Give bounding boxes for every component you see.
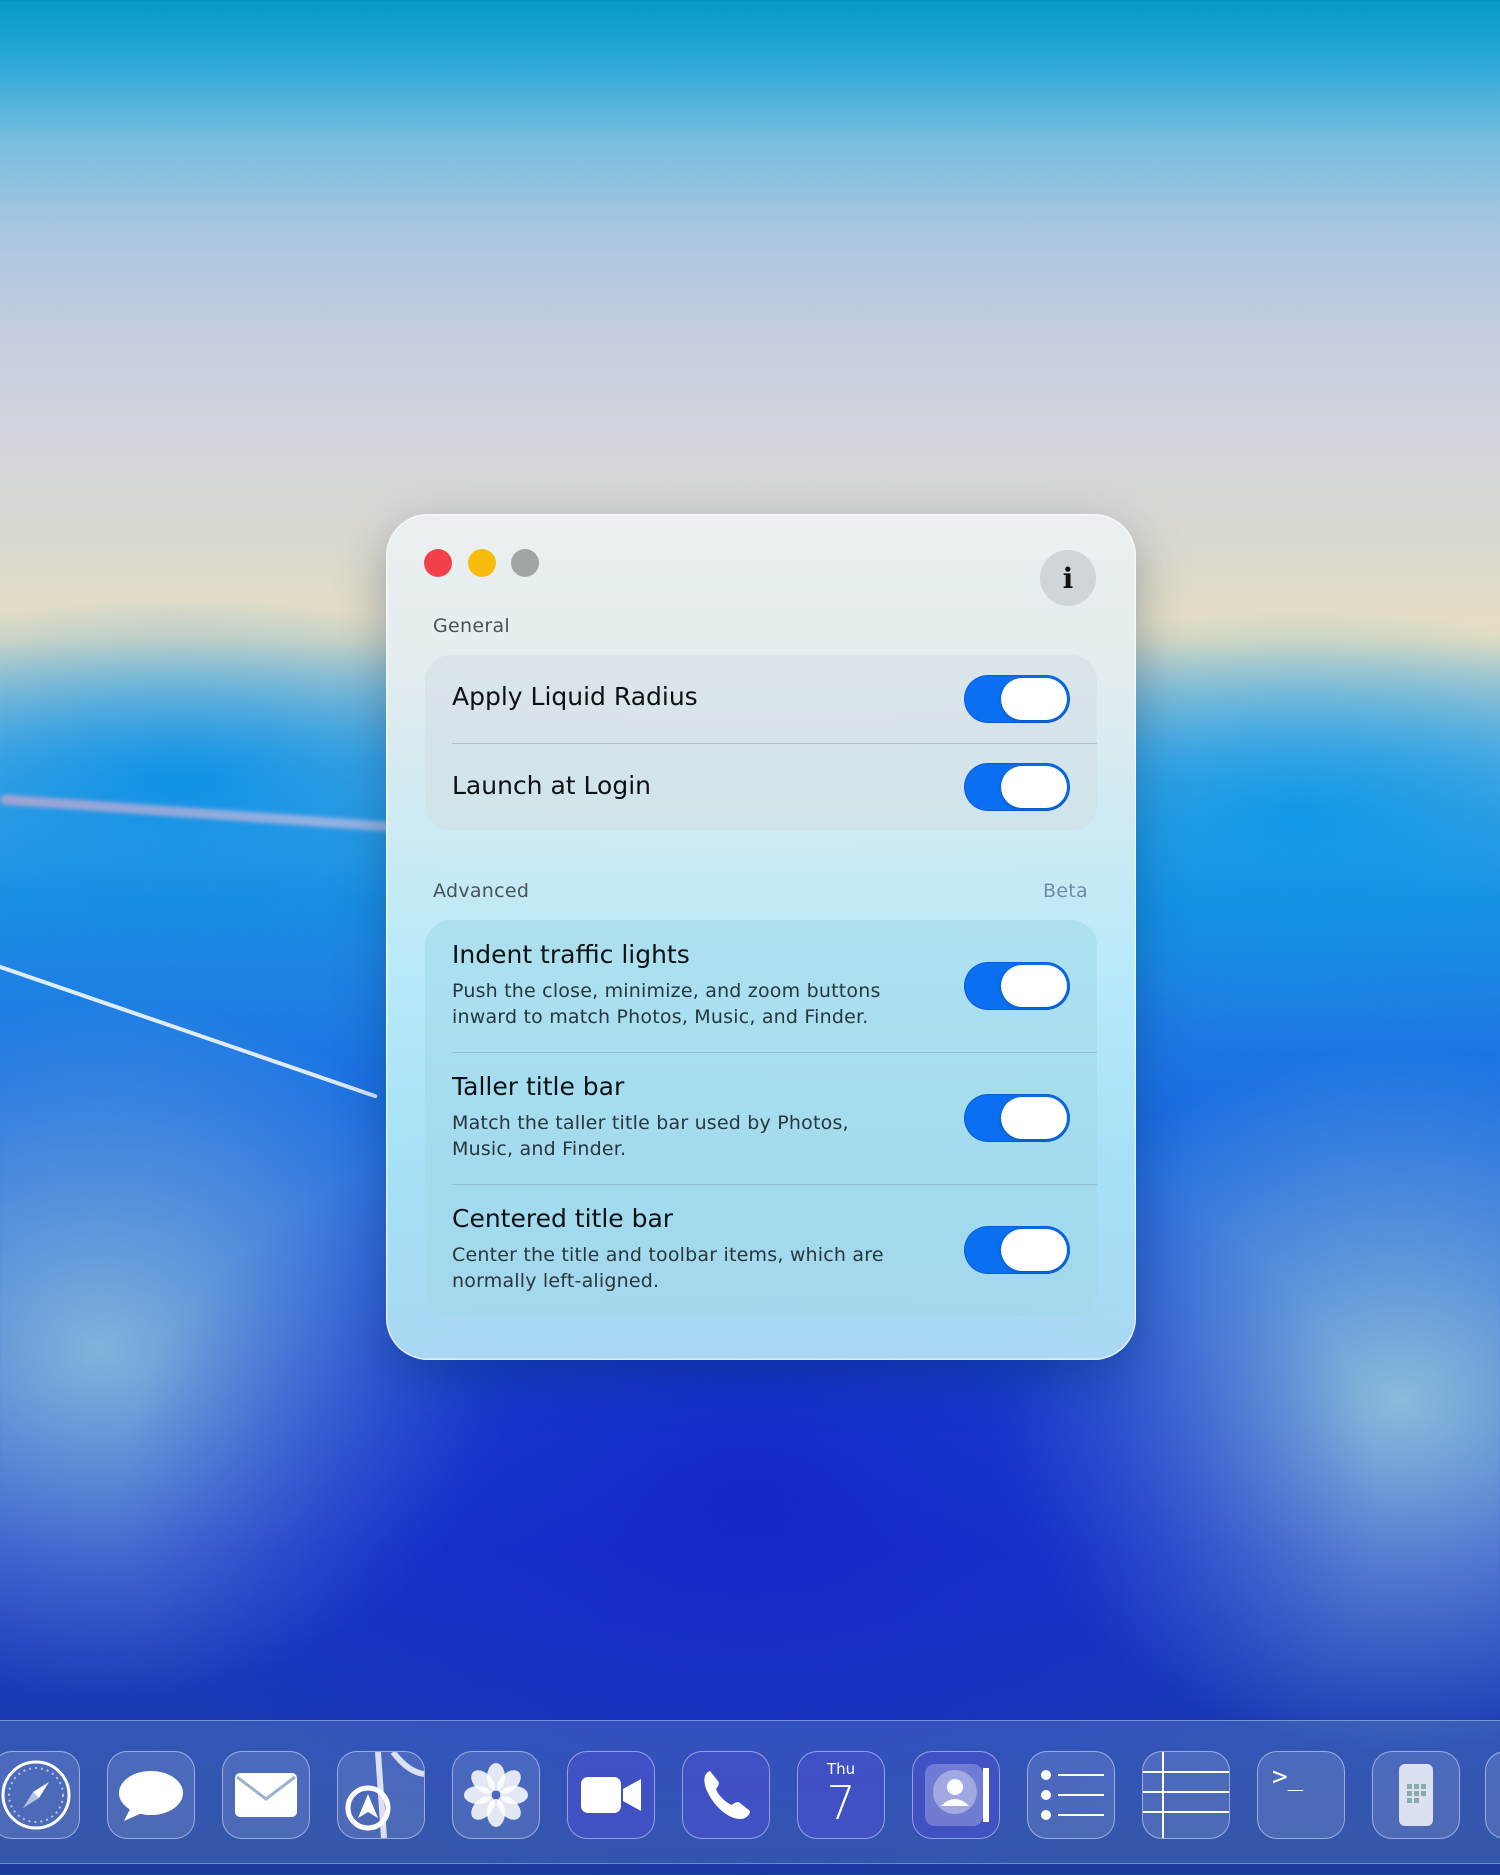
messages-icon[interactable]: [107, 1751, 195, 1839]
dock-app-partial-icon[interactable]: [1485, 1751, 1500, 1839]
numbers-icon[interactable]: [1142, 1751, 1230, 1839]
setting-title: Launch at Login: [452, 771, 651, 800]
maps-icon[interactable]: [337, 1751, 425, 1839]
mail-icon[interactable]: [222, 1751, 310, 1839]
photos-icon[interactable]: [452, 1751, 540, 1839]
setting-description: Match the taller title bar used by Photo…: [452, 1112, 849, 1160]
simulator-icon[interactable]: [1372, 1751, 1460, 1839]
contacts-icon[interactable]: [912, 1751, 1000, 1839]
settings-window: i General Apply Liquid Radius Launch at …: [386, 514, 1136, 1360]
apply-liquid-radius-toggle[interactable]: [964, 675, 1070, 723]
setting-title: Indent traffic lights: [452, 940, 690, 969]
setting-row-indent-traffic-lights: Indent traffic lights Push the close, mi…: [425, 920, 1097, 1052]
setting-description: Center the title and toolbar items, whic…: [452, 1244, 884, 1292]
setting-title: Centered title bar: [452, 1204, 674, 1233]
setting-row-launch-at-login: Launch at Login: [425, 743, 1097, 831]
advanced-section-header: Advanced: [433, 880, 530, 902]
wallpaper-streak-pink: [0, 794, 390, 832]
info-icon: i: [1062, 561, 1074, 595]
indent-traffic-lights-toggle[interactable]: [964, 962, 1070, 1010]
general-group: Apply Liquid Radius Launch at Login: [425, 655, 1097, 831]
calendar-icon[interactable]: Thu 7: [797, 1751, 885, 1839]
advanced-group: Indent traffic lights Push the close, mi…: [425, 920, 1097, 1316]
setting-row-apply-liquid-radius: Apply Liquid Radius: [425, 655, 1097, 743]
setting-row-taller-title-bar: Taller title bar Match the taller title …: [425, 1052, 1097, 1184]
taller-title-bar-toggle[interactable]: [964, 1094, 1070, 1142]
minimize-button[interactable]: [468, 549, 496, 577]
terminal-prompt: >_: [1272, 1762, 1304, 1792]
launch-at-login-toggle[interactable]: [964, 763, 1070, 811]
info-button[interactable]: i: [1040, 550, 1096, 606]
phone-icon[interactable]: [682, 1751, 770, 1839]
setting-title: Taller title bar: [452, 1072, 625, 1101]
setting-row-centered-title-bar: Centered title bar Center the title and …: [425, 1184, 1097, 1316]
toggle-knob: [1001, 1229, 1067, 1271]
toggle-knob: [1001, 678, 1067, 720]
dock: Thu 7 >_: [0, 1720, 1500, 1864]
safari-icon[interactable]: [0, 1751, 80, 1839]
wallpaper-streak-white: [0, 958, 378, 1099]
calendar-date: 7: [826, 1776, 856, 1830]
terminal-icon[interactable]: >_: [1257, 1751, 1345, 1839]
centered-title-bar-toggle[interactable]: [964, 1226, 1070, 1274]
general-section-header: General: [433, 615, 510, 637]
toggle-knob: [1001, 1097, 1067, 1139]
setting-description: Push the close, minimize, and zoom butto…: [452, 980, 881, 1028]
facetime-icon[interactable]: [567, 1751, 655, 1839]
close-button[interactable]: [424, 549, 452, 577]
beta-badge: Beta: [1042, 880, 1088, 902]
zoom-button[interactable]: [511, 549, 539, 577]
setting-title: Apply Liquid Radius: [452, 682, 698, 711]
toggle-knob: [1001, 965, 1067, 1007]
reminders-icon[interactable]: [1027, 1751, 1115, 1839]
toggle-knob: [1001, 766, 1067, 808]
